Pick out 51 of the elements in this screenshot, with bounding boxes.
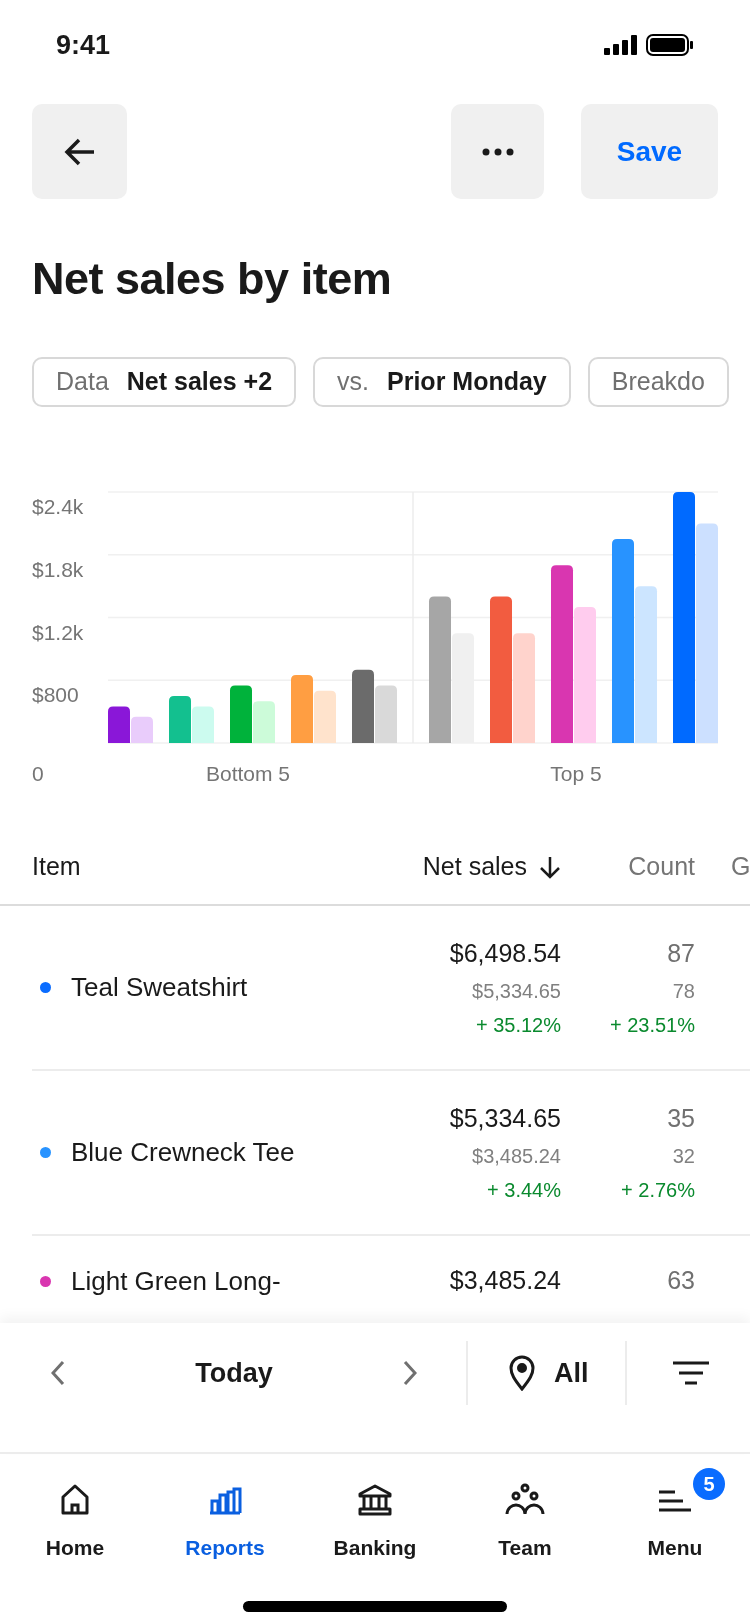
item-name: Teal Sweatshirt — [71, 971, 248, 1004]
net-sales-prior: $5,334.65 — [472, 979, 561, 1005]
tab-bar-item[interactable]: Team — [450, 1480, 600, 1564]
page-title: Net sales by item — [31, 252, 393, 306]
item-name: Blue Crewneck Tee — [71, 1136, 295, 1169]
count-prior: 32 — [672, 1144, 695, 1170]
chevron-right-icon — [403, 1360, 417, 1386]
y-axis-label: $800 — [32, 683, 79, 707]
battery-icon — [646, 34, 694, 56]
net-sales-value: $6,498.54 — [449, 937, 561, 969]
filter-chip[interactable]: Data Net sales +2 — [32, 357, 297, 407]
tab-bar-item[interactable]: Home — [0, 1480, 150, 1564]
column-header[interactable]: Count — [628, 847, 695, 886]
count-change: + 2.76% — [621, 1178, 695, 1204]
period-label: Today — [194, 1357, 274, 1390]
location-pin-icon — [508, 1355, 536, 1391]
sort-down-icon — [539, 854, 561, 879]
count-value: 87 — [667, 937, 695, 969]
net-sales-value: $5,334.65 — [449, 1102, 561, 1134]
column-header[interactable]: G — [731, 847, 750, 886]
more-icon — [481, 147, 514, 156]
column-header[interactable]: Item — [32, 847, 81, 886]
y-axis-label: $1.2k — [32, 620, 84, 644]
back-arrow-icon — [63, 137, 96, 166]
count-prior: 78 — [672, 979, 695, 1005]
x-axis-label: Bottom 5 — [206, 762, 290, 785]
location-button[interactable]: All — [508, 1353, 589, 1393]
count-value: 35 — [667, 1102, 695, 1134]
filter-chip[interactable]: Breakdo — [587, 357, 729, 407]
count-value: 63 — [667, 1265, 695, 1297]
net-sales-prior: $3,485.24 — [472, 1144, 561, 1170]
back-button[interactable] — [32, 104, 127, 199]
column-header[interactable]: Net sales — [422, 847, 561, 886]
filter-chip[interactable]: vs. Prior Monday — [313, 357, 571, 407]
net-sales-change: + 3.44% — [487, 1178, 561, 1204]
filter-icon — [672, 1360, 709, 1386]
status-time: 9:41 — [56, 28, 111, 62]
tab-bar-item[interactable]: Banking — [300, 1480, 450, 1564]
signal-icon — [604, 35, 638, 55]
y-axis-label: $1.8k — [32, 557, 84, 581]
net-sales-value: $3,485.24 — [449, 1265, 561, 1297]
tab-bar-item[interactable]: Reports — [150, 1480, 300, 1564]
y-axis-label: 0 — [32, 762, 44, 785]
count-change: + 23.51% — [609, 1013, 695, 1039]
x-axis-label: Top 5 — [550, 762, 602, 785]
net-sales-change: + 35.12% — [475, 1013, 561, 1039]
item-name: Light Green Long- — [71, 1264, 281, 1298]
save-button[interactable]: Save — [581, 104, 718, 199]
notification-badge: 5 — [693, 1468, 725, 1500]
y-axis-label: $2.4k — [32, 495, 84, 518]
chevron-left-icon — [51, 1360, 65, 1386]
